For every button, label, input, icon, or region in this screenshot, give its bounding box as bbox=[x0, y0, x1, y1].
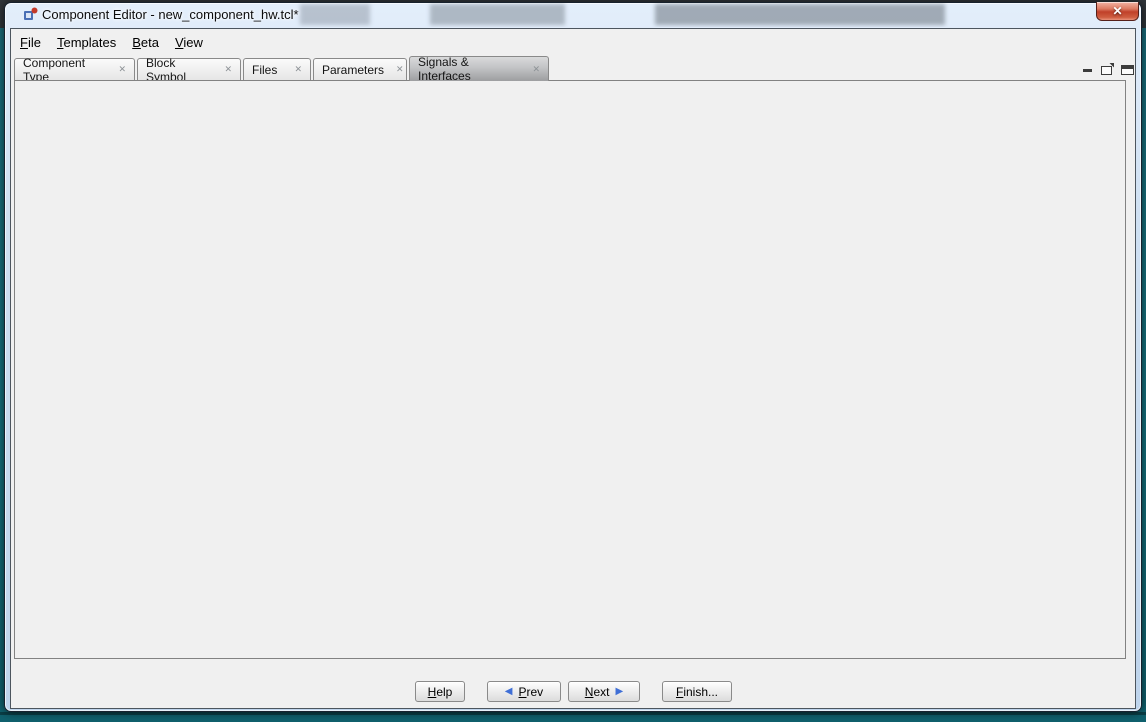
tab-component-type[interactable]: Component Type ✕ bbox=[14, 58, 135, 80]
tab-label: Files bbox=[252, 63, 277, 77]
next-arrow-icon: ▶ bbox=[615, 687, 623, 697]
main-frame bbox=[14, 80, 1126, 659]
window-title: Component Editor - new_component_hw.tcl* bbox=[42, 7, 299, 22]
prev-button[interactable]: ◀ Prev bbox=[487, 681, 561, 702]
prev-arrow-icon: ◀ bbox=[505, 687, 513, 697]
finish-button[interactable]: Finish... bbox=[662, 681, 732, 702]
menu-file[interactable]: File bbox=[13, 33, 48, 52]
tab-close-icon[interactable]: ✕ bbox=[520, 64, 540, 75]
app-icon bbox=[23, 7, 38, 21]
button-label: Help bbox=[428, 685, 453, 699]
tab-close-icon[interactable]: ✕ bbox=[384, 64, 404, 75]
tab-label: Signals & Interfaces bbox=[418, 55, 520, 83]
close-button[interactable]: ✕ bbox=[1096, 2, 1139, 21]
tab-close-icon[interactable]: ✕ bbox=[212, 64, 232, 75]
help-button[interactable]: Help bbox=[415, 681, 465, 702]
menu-templates[interactable]: Templates bbox=[50, 33, 123, 52]
menu-beta[interactable]: Beta bbox=[125, 33, 166, 52]
glass-blur-artifact bbox=[300, 4, 370, 25]
tab-block-symbol[interactable]: Block Symbol ✕ bbox=[137, 58, 241, 80]
screen: Component Editor - new_component_hw.tcl*… bbox=[0, 0, 1146, 722]
float-window-icon[interactable] bbox=[1101, 66, 1112, 75]
menubar: File Templates Beta View bbox=[13, 31, 210, 53]
menu-view[interactable]: View bbox=[168, 33, 210, 52]
tab-signals-interfaces[interactable]: Signals & Interfaces ✕ bbox=[409, 56, 549, 81]
next-button[interactable]: Next ▶ bbox=[568, 681, 640, 702]
minimize-icon[interactable] bbox=[1083, 69, 1092, 72]
dock-controls bbox=[1072, 62, 1134, 78]
tab-close-icon[interactable]: ✕ bbox=[282, 64, 302, 75]
glass-blur-artifact bbox=[430, 4, 565, 25]
background-divider bbox=[0, 712, 1146, 715]
tab-parameters[interactable]: Parameters ✕ bbox=[313, 58, 407, 80]
button-label: Prev bbox=[519, 685, 544, 699]
button-label: Next bbox=[585, 685, 610, 699]
button-label: Finish... bbox=[676, 685, 718, 699]
tab-files[interactable]: Files ✕ bbox=[243, 58, 311, 80]
maximize-icon[interactable] bbox=[1121, 65, 1134, 75]
close-icon: ✕ bbox=[1112, 4, 1122, 18]
tab-label: Parameters bbox=[322, 63, 384, 77]
glass-blur-artifact bbox=[655, 4, 945, 25]
tab-close-icon[interactable]: ✕ bbox=[106, 64, 126, 75]
